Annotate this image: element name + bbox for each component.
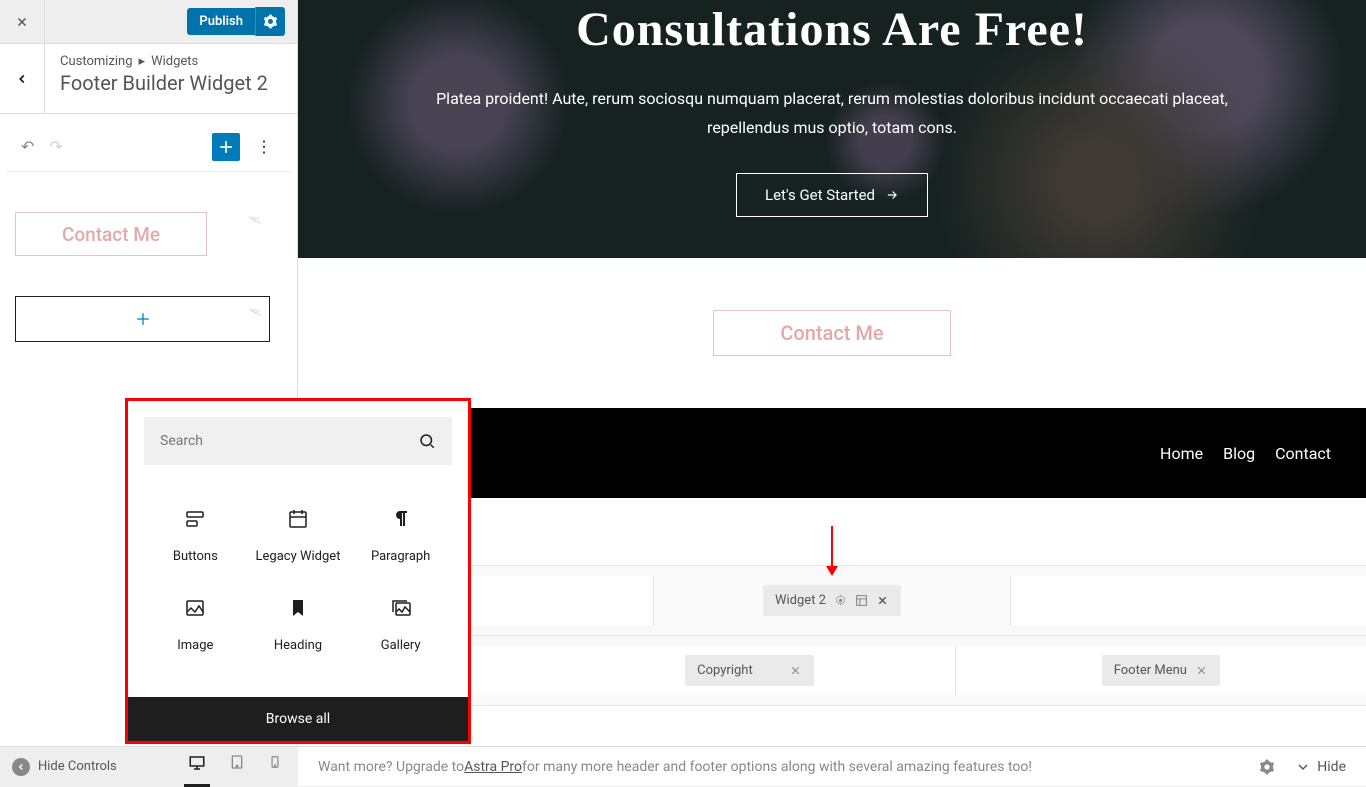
upgrade-message-bar: Want more? Upgrade to Astra Pro for many… bbox=[298, 746, 1366, 786]
calendar-icon bbox=[286, 507, 310, 531]
panel-header: Publish bbox=[0, 0, 297, 44]
astra-pro-link[interactable]: Astra Pro bbox=[464, 759, 522, 775]
breadcrumb-parent[interactable]: Widgets bbox=[151, 54, 198, 69]
gallery-icon bbox=[389, 596, 413, 620]
widget-preview-area: Contact Me bbox=[0, 192, 297, 362]
block-buttons[interactable]: Buttons bbox=[144, 491, 247, 580]
nav-home[interactable]: Home bbox=[1160, 444, 1203, 463]
image-icon bbox=[183, 596, 207, 620]
desktop-icon bbox=[188, 754, 206, 772]
tablet-preview-button[interactable] bbox=[225, 746, 249, 787]
close-icon[interactable] bbox=[1195, 664, 1208, 677]
builder-cell-3[interactable] bbox=[1011, 576, 1366, 625]
plus-icon bbox=[133, 309, 153, 329]
plus-icon bbox=[216, 137, 236, 157]
contact-section: Contact Me bbox=[298, 258, 1366, 408]
hero-cta-button[interactable]: Let's Get Started bbox=[736, 173, 928, 217]
chevron-left-icon bbox=[15, 72, 29, 86]
browse-all-button[interactable]: Browse all bbox=[128, 697, 468, 741]
contact-button-widget[interactable]: Contact Me bbox=[15, 212, 207, 256]
nav-blog[interactable]: Blog bbox=[1223, 444, 1255, 463]
hide-builder-button[interactable]: Hide bbox=[1295, 759, 1346, 775]
wifi-icon bbox=[248, 212, 262, 226]
close-icon[interactable] bbox=[789, 664, 802, 677]
block-gallery[interactable]: Gallery bbox=[349, 580, 452, 669]
block-heading[interactable]: Heading bbox=[247, 580, 350, 669]
breadcrumb: Customizing ▸ Widgets bbox=[60, 54, 282, 69]
layout-icon[interactable] bbox=[855, 594, 868, 607]
block-search[interactable] bbox=[144, 417, 452, 465]
arrow-down-annotation-icon bbox=[822, 526, 842, 576]
block-image[interactable]: Image bbox=[144, 580, 247, 669]
search-icon bbox=[418, 432, 436, 450]
add-block-button[interactable] bbox=[212, 133, 240, 161]
gear-icon bbox=[263, 14, 278, 29]
close-customizer-button[interactable] bbox=[0, 0, 45, 44]
publish-settings-button[interactable] bbox=[255, 7, 285, 36]
contact-me-button[interactable]: Contact Me bbox=[713, 310, 951, 356]
chevron-right-icon: ▸ bbox=[139, 54, 146, 69]
hero-section: Consultations Are Free! Platea proident!… bbox=[298, 0, 1366, 258]
breadcrumb-section: Customizing ▸ Widgets Footer Builder Wid… bbox=[0, 44, 297, 114]
copyright-chip[interactable]: Copyright bbox=[685, 655, 814, 686]
nav-contact[interactable]: Contact bbox=[1275, 444, 1331, 463]
search-input[interactable] bbox=[160, 433, 418, 449]
redo-button[interactable]: ↷ bbox=[49, 137, 62, 156]
tablet-icon bbox=[229, 754, 245, 770]
chevron-left-icon bbox=[16, 762, 26, 772]
close-icon[interactable] bbox=[876, 594, 889, 607]
widget-2-chip[interactable]: Widget 2 bbox=[763, 585, 901, 616]
footer-menu-chip[interactable]: Footer Menu bbox=[1102, 655, 1220, 686]
hero-title: Consultations Are Free! bbox=[576, 2, 1088, 57]
more-options-button[interactable]: ⋮ bbox=[252, 137, 276, 156]
undo-button[interactable]: ↶ bbox=[21, 137, 34, 156]
close-icon bbox=[15, 15, 29, 29]
mobile-icon bbox=[268, 755, 282, 769]
buttons-icon bbox=[183, 507, 207, 531]
bookmark-icon bbox=[286, 596, 310, 620]
wifi-icon bbox=[248, 304, 262, 318]
block-inserter-popup: Buttons Legacy Widget Paragraph Image He… bbox=[125, 398, 471, 744]
hero-text: Platea proident! Aute, rerum sociosqu nu… bbox=[407, 85, 1257, 143]
publish-button[interactable]: Publish bbox=[187, 8, 255, 35]
editor-toolbar: ↶ ↷ ⋮ bbox=[6, 122, 291, 172]
hide-controls-button[interactable]: Hide Controls bbox=[12, 758, 117, 776]
back-button[interactable] bbox=[0, 44, 45, 113]
footer-nav: Home Blog Contact bbox=[1160, 444, 1331, 463]
block-legacy-widget[interactable]: Legacy Widget bbox=[247, 491, 350, 580]
builder-cell-5[interactable]: Copyright bbox=[544, 646, 955, 695]
builder-cell-2[interactable]: Widget 2 bbox=[654, 576, 1010, 625]
desktop-preview-button[interactable] bbox=[184, 746, 210, 787]
block-paragraph[interactable]: Paragraph bbox=[349, 491, 452, 580]
arrow-right-icon bbox=[885, 188, 899, 202]
page-title: Footer Builder Widget 2 bbox=[60, 71, 282, 95]
publish-area: Publish bbox=[45, 7, 297, 36]
paragraph-icon bbox=[389, 507, 413, 531]
customizer-footer-toolbar: Hide Controls bbox=[0, 746, 298, 786]
gear-icon[interactable] bbox=[1259, 759, 1275, 775]
chevron-down-icon bbox=[1295, 759, 1311, 775]
mobile-preview-button[interactable] bbox=[264, 746, 286, 787]
builder-cell-6[interactable]: Footer Menu bbox=[956, 646, 1366, 695]
add-widget-button[interactable] bbox=[15, 296, 270, 342]
breadcrumb-root: Customizing bbox=[60, 54, 133, 69]
gear-icon[interactable] bbox=[834, 594, 847, 607]
